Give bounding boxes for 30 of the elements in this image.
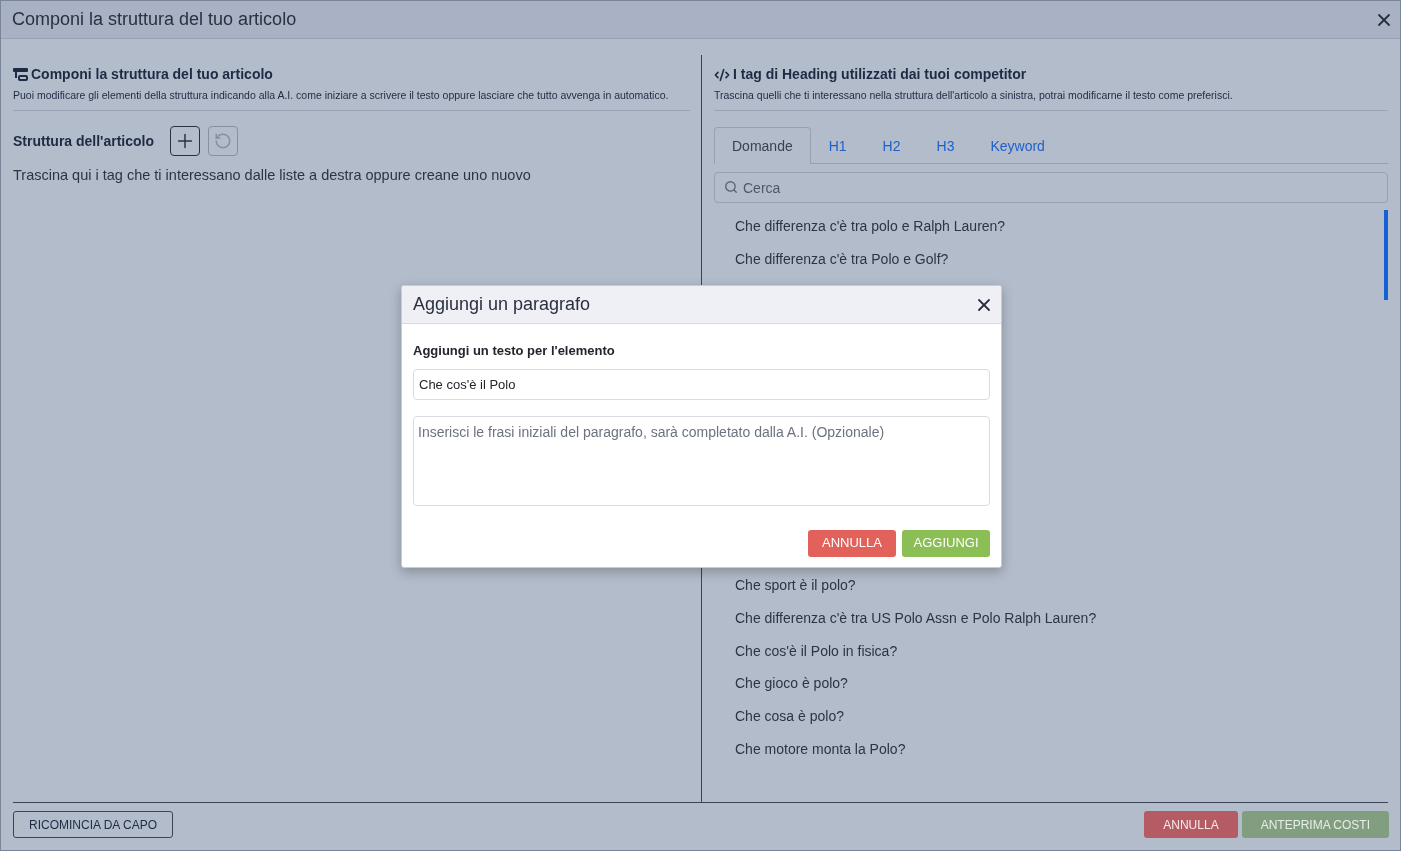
question-item[interactable]: Che differenza c'è tra US Polo Assn e Polo Ralph Lauren? <box>714 602 1097 635</box>
structure-icon <box>13 68 28 81</box>
add-button[interactable] <box>170 126 200 156</box>
question-item[interactable]: Che cos'è il Polo in fisica? <box>714 634 898 668</box>
section-heading: Componi la struttura del tuo articolo <box>31 65 273 84</box>
question-item[interactable]: Che motore monta la Polo? <box>714 732 906 766</box>
search-field[interactable]: Cerca <box>714 172 1388 203</box>
field-label: Aggiungi un testo per l'elemento <box>413 342 615 360</box>
cancel-button[interactable]: ANNULLA <box>808 529 896 557</box>
undo-icon <box>214 132 232 150</box>
modal-title: Aggiungi un paragrafo <box>413 293 591 316</box>
question-item[interactable]: Che gioco è polo? <box>714 667 848 701</box>
question-item[interactable]: Che differenza c'è tra Polo e Golf? <box>714 242 949 276</box>
question-item[interactable]: Che cosa è polo? <box>714 700 844 733</box>
search-icon <box>724 180 738 194</box>
question-item[interactable]: Che sport è il polo? <box>714 569 856 603</box>
paragraph-textarea[interactable]: Inserisci le frasi iniziali del paragrafo, sarà completato dalla A.I. (Opzionale) <box>413 415 990 506</box>
dialog-title: Componi la struttura del tuo articolo <box>12 8 297 31</box>
cancel-button[interactable]: ANNULLA <box>1144 811 1238 838</box>
code-icon <box>714 66 730 83</box>
section-description: Trascina quelli che ti interessano nella struttura dell'articolo a sinistra, potrai modificarne il testo come preferisci. <box>714 88 1234 102</box>
scrollbar-thumb[interactable] <box>1384 210 1388 300</box>
drop-hint: Trascina qui i tag che ti interessano dalle liste a destra oppure creane uno nuovo <box>13 166 531 185</box>
question-item[interactable]: Che differenza c'è tra polo e Ralph Lauren? <box>714 210 1006 243</box>
tab[interactable]: Domande <box>714 127 811 164</box>
structure-label: Struttura dell'articolo <box>13 131 154 151</box>
text-input[interactable]: Che cos'è il Polo <box>413 368 990 400</box>
section-description: Puoi modificare gli elementi della struttura indicando alla A.I. come iniziare a scrivere il testo oppure lasciare che tutto avvenga in automatico. <box>13 88 670 102</box>
section-heading: I tag di Heading utilizzati dai tuoi competitor <box>733 65 1027 84</box>
restart-button[interactable]: RICOMINCIA DA CAPO <box>13 811 174 838</box>
